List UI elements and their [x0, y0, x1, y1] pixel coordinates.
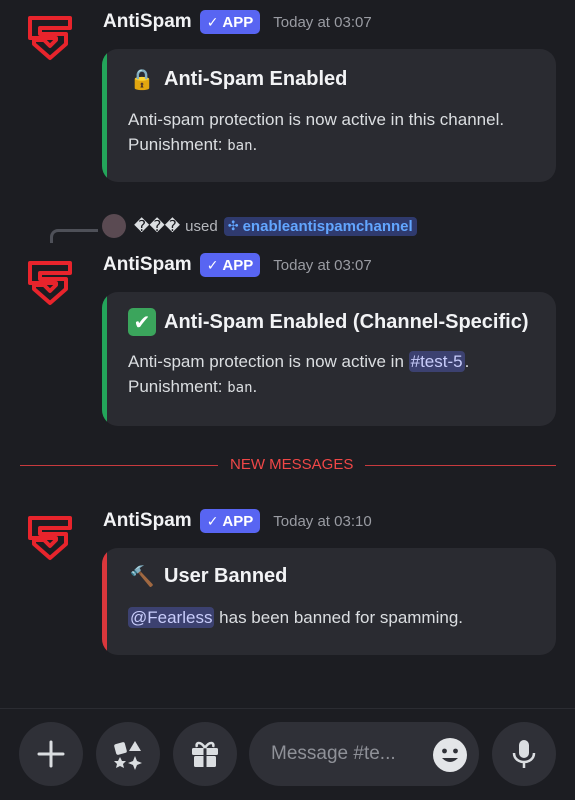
verified-check-icon: ✓	[206, 256, 219, 273]
gift-button[interactable]	[173, 722, 237, 786]
user-mention[interactable]: @Fearless	[128, 607, 215, 628]
user-avatar[interactable]	[102, 214, 126, 238]
antispam-avatar[interactable]	[24, 511, 76, 563]
embed-card: 🔨 User Banned @Fearless has been banned …	[102, 548, 556, 655]
timestamp: Today at 03:10	[273, 512, 372, 530]
message-composer[interactable]	[249, 722, 479, 786]
embed-card: 🔒 Anti-Spam Enabled Anti-spam protection…	[102, 49, 556, 182]
author-name[interactable]: AntiSpam	[103, 510, 192, 532]
apps-button[interactable]	[96, 722, 160, 786]
apps-icon: ✣	[227, 218, 239, 233]
microphone-icon	[512, 740, 536, 768]
message-input[interactable]	[271, 743, 421, 765]
app-badge: ✓ APP	[199, 253, 261, 277]
reply-reference[interactable]: ��� used ✣ enableantispamchannel	[102, 214, 417, 238]
embed-accent-bar	[102, 292, 107, 426]
add-attachment-button[interactable]	[19, 722, 83, 786]
hammer-icon: 🔨	[129, 565, 155, 588]
channel-mention[interactable]: #test-5	[408, 351, 465, 372]
embed-title: 🔒 Anti-Spam Enabled	[128, 65, 348, 93]
embed-accent-bar	[102, 548, 107, 655]
antispam-logo-icon	[28, 16, 72, 60]
embed-card: ✔ Anti-Spam Enabled (Channel-Specific) A…	[102, 292, 556, 426]
reply-used-text: used	[185, 217, 218, 235]
voice-message-button[interactable]	[492, 722, 556, 786]
antispam-logo-icon	[28, 261, 72, 305]
punishment-code: ban	[227, 138, 253, 154]
embed-description: Anti-spam protection is now active in th…	[128, 110, 505, 154]
app-badge: ✓ APP	[199, 10, 261, 34]
antispam-avatar[interactable]	[24, 256, 76, 308]
slash-command-pill[interactable]: ✣ enableantispamchannel	[223, 216, 417, 236]
embed-title: ✔ Anti-Spam Enabled (Channel-Specific)	[128, 308, 528, 336]
embed-description: @Fearless has been banned for spamming.	[128, 607, 464, 628]
app-badge: ✓ APP	[199, 509, 261, 533]
timestamp: Today at 03:07	[273, 256, 372, 274]
verified-check-icon: ✓	[206, 13, 219, 30]
reply-connector	[50, 229, 98, 243]
apps-icon	[114, 741, 142, 770]
antispam-avatar[interactable]	[24, 11, 76, 63]
timestamp: Today at 03:07	[273, 13, 372, 31]
plus-icon	[37, 740, 65, 768]
check-mark-icon: ✔	[128, 308, 156, 336]
emoji-icon	[442, 748, 458, 762]
punishment-code: ban	[227, 380, 253, 396]
embed-accent-bar	[102, 49, 107, 182]
reply-username[interactable]: ���	[134, 217, 180, 235]
new-messages-label: NEW MESSAGES	[218, 456, 366, 473]
antispam-logo-icon	[28, 516, 72, 560]
gift-icon	[192, 741, 218, 767]
author-name[interactable]: AntiSpam	[103, 11, 192, 33]
embed-title: 🔨 User Banned	[128, 562, 288, 590]
verified-check-icon: ✓	[206, 512, 219, 529]
lock-icon: 🔒	[129, 68, 155, 91]
emoji-button[interactable]	[433, 738, 467, 772]
embed-description: Anti-spam protection is now active in #t…	[128, 351, 470, 396]
author-name[interactable]: AntiSpam	[103, 254, 192, 276]
composer-separator	[0, 708, 575, 709]
